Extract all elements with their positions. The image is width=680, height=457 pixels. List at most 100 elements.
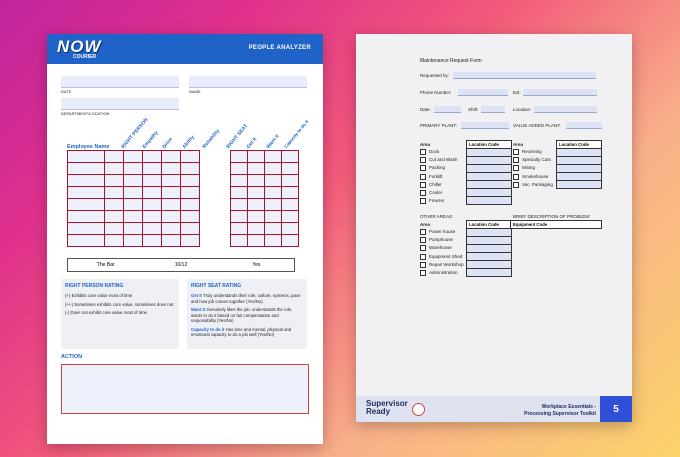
grid-cell[interactable] (247, 222, 265, 235)
grid-cell[interactable] (161, 162, 181, 175)
grid-cell[interactable] (281, 162, 299, 175)
phone-field[interactable] (458, 89, 508, 96)
grid-cell[interactable] (281, 222, 299, 235)
area-checkbox-item[interactable]: Mixing (513, 165, 535, 172)
area-checkbox-item[interactable]: Smokehouse (513, 173, 548, 180)
checkbox-icon[interactable] (420, 173, 426, 180)
grid-cell[interactable] (123, 234, 143, 247)
location-code-cell[interactable] (466, 260, 512, 269)
date-field[interactable] (61, 76, 179, 88)
checkbox-icon[interactable] (420, 261, 426, 268)
checkbox-icon[interactable] (420, 190, 426, 196)
location-code-cell[interactable] (466, 268, 512, 277)
grid-cell[interactable] (230, 186, 248, 199)
location-code-cell[interactable] (556, 156, 602, 165)
grid-cell[interactable] (123, 210, 143, 223)
area-checkbox-item[interactable]: Pumphouse (420, 237, 453, 244)
checkbox-icon[interactable] (420, 229, 426, 235)
name-field[interactable] (189, 76, 307, 88)
grid-cell[interactable] (247, 234, 265, 247)
grid-cell[interactable] (104, 198, 124, 211)
checkbox-icon[interactable] (420, 253, 426, 260)
checkbox-icon[interactable] (420, 237, 426, 244)
grid-cell[interactable] (123, 198, 143, 211)
grid-cell[interactable] (264, 222, 282, 235)
date-field[interactable] (434, 106, 461, 113)
value-added-plant-field[interactable] (566, 122, 602, 129)
location-code-cell[interactable] (466, 148, 512, 157)
grid-cell[interactable] (247, 162, 265, 175)
grid-cell[interactable] (161, 222, 181, 235)
location-code-cell[interactable] (556, 164, 602, 173)
location-code-cell[interactable] (466, 196, 512, 205)
shift-field[interactable] (481, 106, 505, 113)
grid-cell[interactable] (123, 162, 143, 175)
grid-cell[interactable] (180, 198, 200, 211)
grid-cell[interactable] (230, 234, 248, 247)
location-code-cell[interactable] (466, 180, 512, 189)
checkbox-icon[interactable] (420, 181, 426, 188)
grid-cell[interactable] (161, 150, 181, 163)
grid-cell[interactable] (180, 234, 200, 247)
grid-cell[interactable] (230, 222, 248, 235)
grid-cell[interactable] (104, 222, 124, 235)
location-code-cell[interactable] (556, 172, 602, 181)
grid-cell[interactable] (104, 234, 124, 247)
area-checkbox-item[interactable]: Vac. Packaging (513, 181, 553, 188)
grid-cell[interactable] (247, 210, 265, 223)
location-code-cell[interactable] (466, 156, 512, 165)
location-code-cell[interactable] (466, 252, 512, 261)
grid-cell[interactable] (230, 174, 248, 187)
grid-cell[interactable] (104, 210, 124, 223)
grid-cell[interactable] (67, 162, 105, 175)
grid-cell[interactable] (67, 186, 105, 199)
location-code-cell[interactable] (466, 188, 512, 197)
grid-cell[interactable] (67, 150, 105, 163)
area-checkbox-item[interactable]: Specialty Cuts (513, 157, 551, 164)
area-checkbox-item[interactable]: Dock (420, 149, 439, 155)
grid-cell[interactable] (123, 174, 143, 187)
grid-cell[interactable] (67, 174, 105, 187)
grid-cell[interactable] (142, 162, 162, 175)
location-code-cell[interactable] (466, 164, 512, 173)
requested-by-field[interactable] (453, 72, 596, 79)
grid-cell[interactable] (230, 198, 248, 211)
grid-cell[interactable] (281, 198, 299, 211)
area-checkbox-item[interactable]: Administration (420, 270, 458, 276)
area-checkbox-item[interactable]: Forklift (420, 173, 443, 180)
grid-cell[interactable] (123, 222, 143, 235)
grid-cell[interactable] (180, 186, 200, 199)
grid-cell[interactable] (264, 210, 282, 223)
grid-cell[interactable] (67, 210, 105, 223)
grid-cell[interactable] (161, 210, 181, 223)
area-checkbox-item[interactable]: Chiller (420, 181, 442, 188)
grid-cell[interactable] (142, 186, 162, 199)
location-field[interactable] (534, 106, 597, 113)
checkbox-icon[interactable] (420, 245, 426, 252)
grid-cell[interactable] (247, 150, 265, 163)
grid-cell[interactable] (104, 186, 124, 199)
grid-cell[interactable] (281, 210, 299, 223)
grid-cell[interactable] (142, 234, 162, 247)
location-code-cell[interactable] (466, 228, 512, 237)
grid-cell[interactable] (104, 162, 124, 175)
grid-cell[interactable] (264, 150, 282, 163)
grid-cell[interactable] (281, 174, 299, 187)
grid-cell[interactable] (123, 150, 143, 163)
grid-cell[interactable] (247, 186, 265, 199)
checkbox-icon[interactable] (513, 149, 519, 155)
grid-cell[interactable] (247, 174, 265, 187)
grid-cell[interactable] (161, 174, 181, 187)
checkbox-icon[interactable] (513, 173, 519, 180)
area-checkbox-item[interactable]: Power house (420, 229, 455, 235)
checkbox-icon[interactable] (513, 157, 519, 164)
location-code-cell[interactable] (466, 236, 512, 245)
area-checkbox-item[interactable]: Repair Workshop (420, 261, 464, 268)
checkbox-icon[interactable] (420, 165, 426, 172)
grid-cell[interactable] (180, 222, 200, 235)
location-code-cell[interactable] (466, 244, 512, 253)
checkbox-icon[interactable] (420, 270, 426, 276)
grid-cell[interactable] (161, 234, 181, 247)
grid-cell[interactable] (67, 234, 105, 247)
grid-cell[interactable] (180, 150, 200, 163)
